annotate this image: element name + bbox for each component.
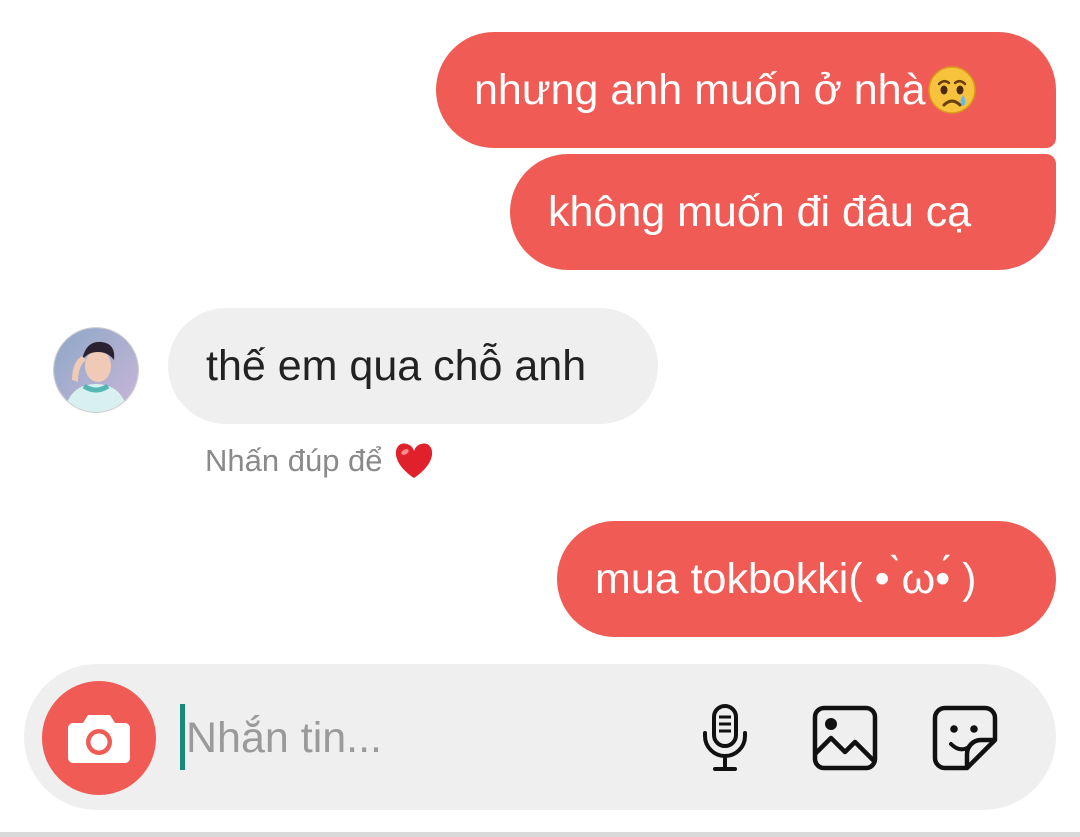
heart-icon [395,443,432,478]
user-avatar[interactable] [54,328,138,412]
sent-message[interactable]: mua tokbokki( • ̀ω•́ ) [557,521,1056,637]
message-text: thế em qua chỗ anh [206,341,587,390]
message-input[interactable] [186,702,656,774]
crying-face-icon [928,66,977,114]
camera-icon [68,715,130,763]
sent-message[interactable]: không muốn đi đâu cạ [510,154,1056,270]
chat-screen: nhưng anh muốn ở nhà không muốn đi đâu c… [0,0,1080,837]
message-text: nhưng anh muốn ở nhà [474,65,926,114]
camera-button[interactable] [42,681,156,795]
microphone-icon [703,704,747,771]
message-text: mua tokbokki( • ̀ω•́ ) [595,554,977,603]
sent-message[interactable]: nhưng anh muốn ở nhà [436,32,1056,148]
avatar-image [54,328,138,412]
message-text: không muốn đi đâu cạ [548,187,972,236]
text-cursor [180,704,185,770]
received-message[interactable]: thế em qua chỗ anh [168,308,658,424]
bottom-divider [0,832,1080,837]
sticker-icon [932,705,998,771]
double-tap-hint: Nhấn đúp để [205,442,435,480]
voice-message-button[interactable] [690,702,760,774]
image-icon [812,705,878,771]
sticker-button[interactable] [930,702,1000,774]
gallery-button[interactable] [810,702,880,774]
hint-text: Nhấn đúp để [205,443,383,478]
